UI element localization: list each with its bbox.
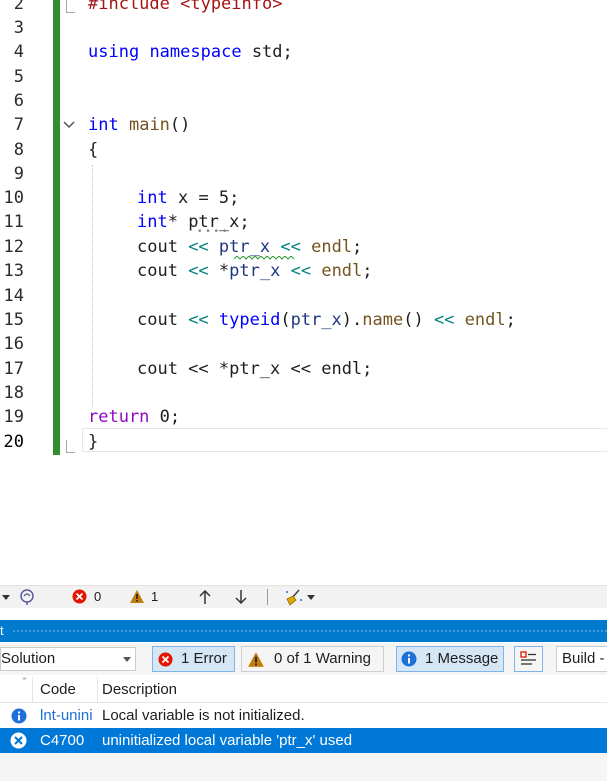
line-number: 8 bbox=[13, 140, 24, 160]
table-row-selected[interactable]: C4700 uninitialized local variable 'ptr_… bbox=[0, 728, 607, 753]
warning-count[interactable]: 1 bbox=[151, 586, 158, 608]
description-column-header[interactable]: Description bbox=[102, 681, 177, 698]
row-description: Local variable is not initialized. bbox=[102, 707, 305, 724]
line-number: 15 bbox=[3, 310, 24, 330]
messages-filter-label: 1 Message bbox=[425, 650, 499, 667]
suggestion-dots: • • • • bbox=[198, 226, 228, 237]
line-number: 2 bbox=[13, 0, 24, 14]
code-line-cout-deref-2: cout << *ptr_x << endl; bbox=[137, 359, 373, 379]
outline-bracket-end bbox=[66, 440, 75, 453]
code-line-ptr-decl: int* ptr_x; bbox=[137, 210, 250, 234]
code-line-close-brace: } bbox=[88, 432, 99, 452]
panel-title: t bbox=[0, 623, 4, 638]
table-row[interactable]: lnt-unini Local variable is not initiali… bbox=[0, 703, 607, 728]
line-number: 6 bbox=[13, 91, 24, 111]
brain-suggestions-icon[interactable] bbox=[18, 588, 36, 606]
code-line-open-brace: { bbox=[88, 140, 99, 160]
title-bar-grip bbox=[12, 629, 607, 634]
warning-icon[interactable] bbox=[129, 589, 145, 604]
line-number: 13 bbox=[3, 261, 24, 281]
change-tracking-bar bbox=[53, 0, 60, 455]
dropdown-arrow-icon[interactable] bbox=[2, 593, 10, 601]
line-number: 11 bbox=[3, 212, 24, 232]
error-icon bbox=[10, 732, 27, 749]
current-line-highlight bbox=[82, 428, 607, 452]
line-number: 18 bbox=[3, 383, 24, 403]
keyword: int bbox=[137, 212, 168, 232]
info-icon bbox=[11, 708, 27, 724]
line-number: 14 bbox=[3, 286, 24, 306]
toolbar-separator bbox=[267, 589, 268, 605]
code-text: x = 5; bbox=[177, 188, 240, 208]
arrow-up-icon[interactable] bbox=[198, 589, 212, 605]
row-code-link[interactable]: lnt-unini bbox=[40, 703, 100, 728]
error-list-toolbar: Solution 1 Error 0 of 1 Warning 1 Messag… bbox=[0, 643, 607, 675]
keyword: namespace bbox=[149, 42, 242, 62]
filter-list-icon bbox=[520, 651, 536, 665]
warnings-filter-label: 0 of 1 Warning bbox=[274, 650, 371, 667]
keyword: using bbox=[88, 42, 140, 62]
indent-guide bbox=[92, 165, 93, 407]
arrow-down-icon[interactable] bbox=[234, 589, 248, 605]
category-column-header[interactable]: ⁼ bbox=[0, 675, 33, 702]
outline-bracket bbox=[66, 0, 75, 13]
build-source-value: Build - bbox=[562, 650, 605, 667]
error-count[interactable]: 0 bbox=[94, 586, 101, 608]
error-icon[interactable] bbox=[72, 589, 87, 604]
code-text: std; bbox=[251, 42, 293, 62]
line-number: 20 bbox=[3, 432, 24, 452]
scope-dropdown[interactable]: Solution bbox=[0, 647, 136, 671]
code-line-return: return 0; bbox=[88, 405, 180, 429]
editor-status-bar: 0 1 bbox=[0, 585, 607, 608]
collapse-chevron-icon[interactable] bbox=[62, 118, 76, 132]
code-line-main: int main() bbox=[88, 113, 190, 137]
errors-filter-button[interactable]: 1 Error bbox=[152, 646, 235, 672]
code-line-cout-deref: cout << *ptr_x << endl; bbox=[137, 261, 373, 281]
code-text: 0; bbox=[159, 407, 181, 427]
line-number: 10 bbox=[3, 188, 24, 208]
dropdown-arrow-icon[interactable] bbox=[307, 593, 315, 601]
code-line-cout-typeid: cout << typeid(ptr_x).name() << endl; bbox=[137, 310, 516, 330]
line-number: 7 bbox=[13, 115, 24, 135]
filter-toggle-button[interactable] bbox=[514, 646, 543, 672]
code-line-using: using namespace std; bbox=[88, 40, 293, 64]
build-source-dropdown[interactable]: Build - bbox=[556, 646, 607, 672]
error-list-header: ⁼ Code Description bbox=[0, 675, 607, 703]
error-icon bbox=[158, 652, 173, 667]
sort-grip-icon: ⁼ bbox=[22, 675, 27, 685]
warning-squiggle bbox=[234, 256, 295, 260]
row-code[interactable]: C4700 bbox=[40, 728, 100, 753]
code-line-int-x: int x = 5; bbox=[137, 186, 239, 210]
line-number: 4 bbox=[13, 42, 24, 62]
code-line-include: #include <typeinfo> bbox=[88, 0, 283, 14]
column-divider[interactable] bbox=[97, 677, 98, 702]
error-list-empty-area bbox=[0, 753, 607, 781]
code-editor[interactable]: 2 3 4 5 6 7 8 9 10 11 12 13 14 15 16 17 … bbox=[0, 0, 607, 585]
scope-dropdown-value: Solution bbox=[1, 650, 56, 667]
line-number: 3 bbox=[13, 18, 24, 38]
line-number: 17 bbox=[3, 359, 24, 379]
chevron-down-icon bbox=[123, 657, 131, 662]
messages-filter-button[interactable]: 1 Message bbox=[396, 646, 504, 672]
errors-filter-label: 1 Error bbox=[181, 650, 227, 667]
line-number: 12 bbox=[3, 237, 24, 257]
code-cleanup-broom-icon[interactable] bbox=[284, 588, 304, 606]
keyword: return bbox=[88, 407, 150, 427]
row-description: uninitialized local variable 'ptr_x' use… bbox=[102, 732, 353, 749]
line-number: 19 bbox=[3, 407, 24, 427]
line-number: 5 bbox=[13, 67, 24, 87]
info-icon bbox=[401, 651, 417, 667]
line-number: 9 bbox=[13, 164, 24, 184]
error-list-title-bar[interactable]: t bbox=[0, 620, 607, 642]
code-column-header[interactable]: Code bbox=[40, 681, 76, 698]
code-text: () bbox=[169, 115, 191, 135]
warnings-filter-button[interactable]: 0 of 1 Warning bbox=[241, 646, 384, 672]
function-name: main bbox=[128, 115, 170, 135]
warning-icon bbox=[248, 652, 264, 667]
keyword: int bbox=[88, 115, 119, 135]
line-number: 16 bbox=[3, 334, 24, 354]
keyword: int bbox=[137, 188, 168, 208]
